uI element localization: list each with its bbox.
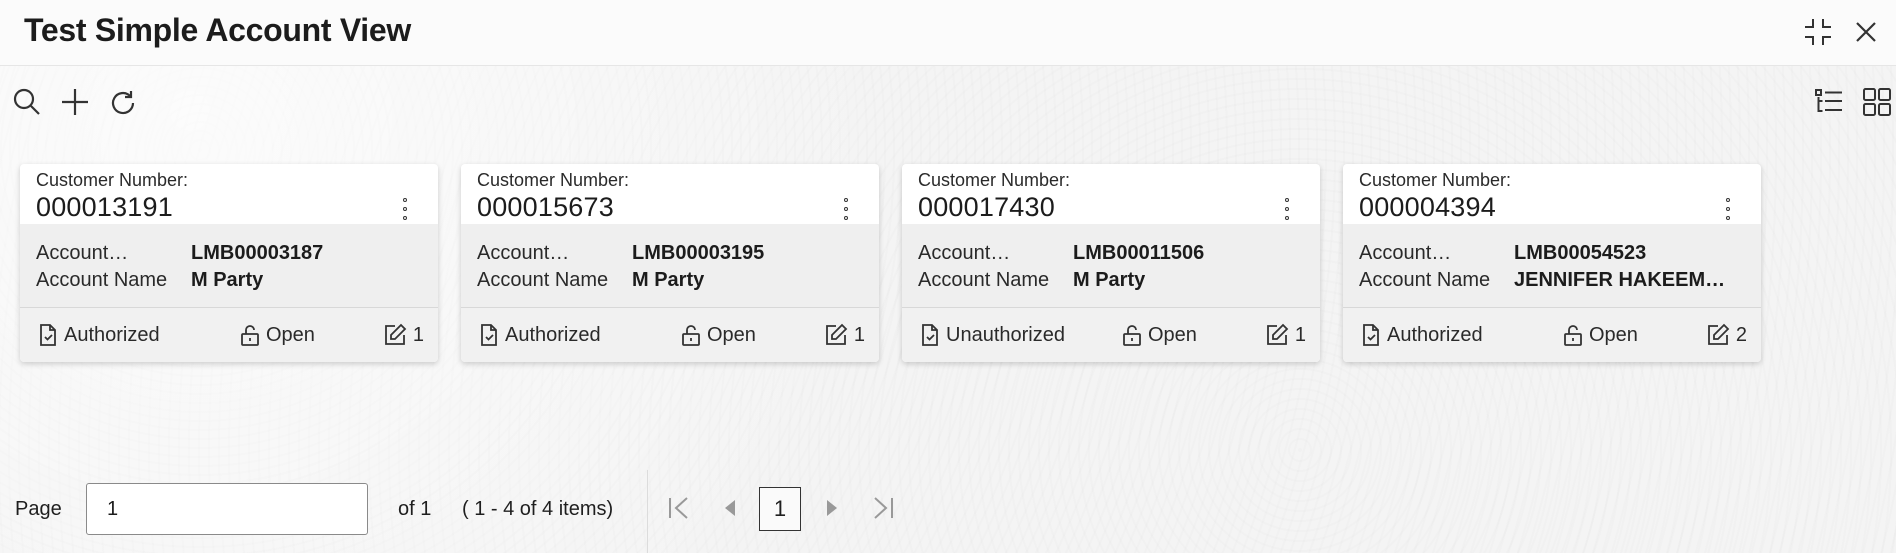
more-options-icon[interactable] — [398, 198, 412, 220]
customer-number-label: Customer Number: — [1359, 170, 1512, 190]
account-number-label: Account… — [36, 242, 129, 264]
page-label: Page — [15, 498, 62, 520]
unlock-icon — [1123, 325, 1141, 346]
lock-status: Open — [1563, 323, 1638, 347]
grid-view-icon[interactable] — [1860, 85, 1894, 119]
auth-status: Authorized — [38, 323, 160, 347]
card-header: Customer Number: 000017430 — [902, 164, 1320, 224]
account-name: JENNIFER HAKEEM… — [1514, 269, 1726, 291]
card-footer: Authorized Open 1 — [20, 308, 438, 362]
account-card[interactable]: Customer Number: 000017430 Account… LMB0… — [902, 164, 1320, 362]
account-number-label: Account… — [477, 242, 570, 264]
last-page-icon[interactable] — [868, 493, 898, 523]
unlock-icon — [1564, 325, 1582, 346]
edit-icon — [384, 323, 407, 345]
lock-status: Open — [1122, 323, 1197, 347]
document-check-icon — [1363, 324, 1379, 346]
auth-status-text: Authorized — [505, 323, 601, 346]
customer-number-label: Customer Number: — [477, 170, 630, 190]
account-name: M Party — [191, 269, 264, 291]
account-number: LMB00003195 — [632, 242, 765, 264]
card-header: Customer Number: 000004394 — [1343, 164, 1761, 224]
lock-status-text: Open — [1589, 323, 1638, 346]
lock-status: Open — [681, 323, 756, 347]
lock-status: Open — [240, 323, 315, 347]
edit-icon — [1707, 323, 1730, 345]
search-icon[interactable] — [10, 85, 44, 119]
plus-icon[interactable] — [58, 85, 92, 119]
card-footer: Authorized Open 2 — [1343, 308, 1761, 362]
collapse-icon[interactable] — [1800, 14, 1836, 50]
edit-count-text: 1 — [853, 323, 865, 346]
header-bar: Test Simple Account View — [0, 0, 1896, 66]
items-count: ( 1 - 4 of 4 items) — [462, 498, 614, 520]
unlock-icon — [241, 325, 259, 346]
previous-page-icon[interactable] — [715, 493, 745, 523]
next-page-icon[interactable] — [817, 493, 847, 523]
auth-status-text: Unauthorized — [946, 323, 1065, 346]
card-footer: Authorized Open 1 — [461, 308, 879, 362]
page-number-input[interactable] — [86, 483, 368, 535]
account-number: LMB00011506 — [1073, 242, 1205, 264]
page-total: of 1 — [398, 498, 432, 520]
auth-status-text: Authorized — [1387, 323, 1483, 346]
account-name-label: Account Name — [1359, 269, 1491, 291]
unlock-icon — [682, 325, 700, 346]
list-view-icon[interactable] — [1812, 85, 1846, 119]
refresh-icon[interactable] — [106, 86, 140, 120]
card-header: Customer Number: 000015673 — [461, 164, 879, 224]
account-card[interactable]: Customer Number: 000013191 Account… LMB0… — [20, 164, 438, 362]
account-number: LMB00003187 — [191, 242, 324, 264]
card-body: Account… LMB00054523 Account Name JENNIF… — [1343, 224, 1761, 308]
customer-number-label: Customer Number: — [36, 170, 189, 190]
card-footer: Unauthorized Open 1 — [902, 308, 1320, 362]
customer-number: 000013191 — [36, 192, 173, 222]
account-name: M Party — [632, 269, 705, 291]
edit-icon — [825, 323, 848, 345]
customer-number: 000017430 — [918, 192, 1055, 222]
account-number: LMB00054523 — [1514, 242, 1647, 264]
account-name: M Party — [1073, 269, 1146, 291]
lock-status-text: Open — [1148, 323, 1197, 346]
customer-number: 000004394 — [1359, 192, 1496, 222]
customer-number: 000015673 — [477, 192, 614, 222]
edit-icon — [1266, 323, 1289, 345]
first-page-icon[interactable] — [664, 493, 694, 523]
more-options-icon[interactable] — [839, 198, 853, 220]
current-page-button[interactable]: 1 — [759, 487, 801, 531]
account-number-label: Account… — [918, 242, 1011, 264]
pagination-divider — [647, 470, 648, 553]
auth-status: Authorized — [479, 323, 601, 347]
edit-count[interactable]: 1 — [383, 323, 424, 347]
card-body: Account… LMB00003195 Account Name M Part… — [461, 224, 879, 308]
auth-status: Authorized — [1361, 323, 1483, 347]
account-name-label: Account Name — [36, 269, 168, 291]
account-card[interactable]: Customer Number: 000015673 Account… LMB0… — [461, 164, 879, 362]
edit-count[interactable]: 1 — [1265, 323, 1306, 347]
edit-count[interactable]: 2 — [1706, 323, 1747, 347]
more-options-icon[interactable] — [1721, 198, 1735, 220]
card-header: Customer Number: 000013191 — [20, 164, 438, 224]
auth-status: Unauthorized — [920, 323, 1065, 347]
account-name-label: Account Name — [918, 269, 1050, 291]
card-body: Account… LMB00003187 Account Name M Part… — [20, 224, 438, 308]
edit-count-text: 2 — [1735, 323, 1747, 346]
document-check-icon — [922, 324, 938, 346]
edit-count-text: 1 — [1294, 323, 1306, 346]
document-check-icon — [40, 324, 56, 346]
account-number-label: Account… — [1359, 242, 1452, 264]
account-card[interactable]: Customer Number: 000004394 Account… LMB0… — [1343, 164, 1761, 362]
account-name-label: Account Name — [477, 269, 609, 291]
edit-count[interactable]: 1 — [824, 323, 865, 347]
auth-status-text: Authorized — [64, 323, 160, 346]
close-icon[interactable] — [1848, 14, 1884, 50]
more-options-icon[interactable] — [1280, 198, 1294, 220]
page-title: Test Simple Account View — [24, 12, 411, 48]
customer-number-label: Customer Number: — [918, 170, 1071, 190]
card-body: Account… LMB00011506 Account Name M Part… — [902, 224, 1320, 308]
lock-status-text: Open — [707, 323, 756, 346]
edit-count-text: 1 — [412, 323, 424, 346]
document-check-icon — [481, 324, 497, 346]
lock-status-text: Open — [266, 323, 315, 346]
